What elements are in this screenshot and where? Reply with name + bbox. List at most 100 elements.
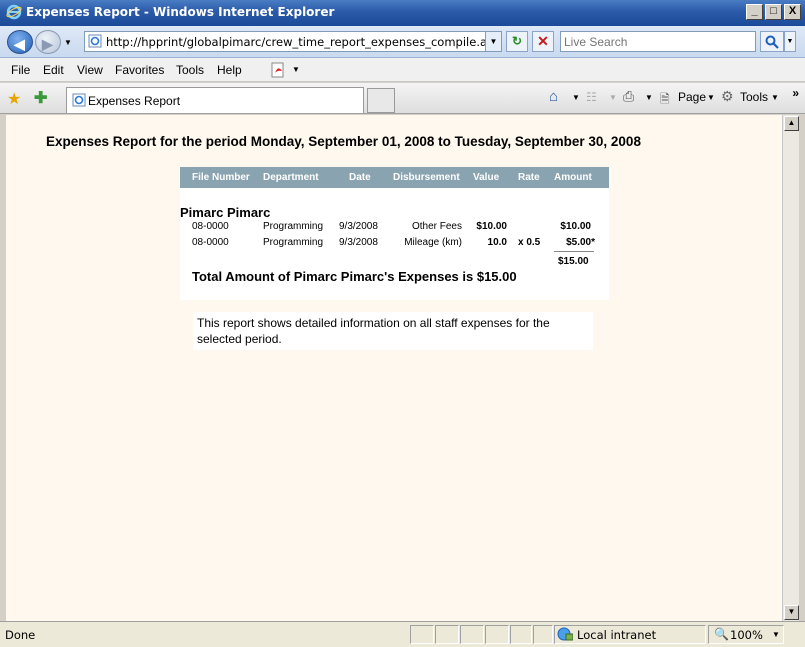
- search-input[interactable]: [561, 32, 751, 51]
- status-pane: [533, 625, 553, 644]
- print-icon[interactable]: ⎙: [623, 88, 634, 105]
- total-expenses: Total Amount of Pimarc Pimarc's Expenses…: [192, 269, 517, 284]
- column-header-file-number: File Number: [192, 172, 250, 183]
- navigation-bar: ◀ ▶ ▼ http://hpprint/globalpimarc/crew_t…: [0, 26, 805, 58]
- cell-date: 9/3/2008: [339, 237, 378, 248]
- more-commands-chevron-icon[interactable]: »: [792, 86, 799, 100]
- menu-edit[interactable]: Edit: [43, 63, 64, 77]
- page-menu-icon: 🗎: [660, 92, 670, 106]
- menu-file[interactable]: File: [11, 63, 30, 77]
- status-pane: [460, 625, 484, 644]
- cell-disbursement: Other Fees: [411, 221, 462, 232]
- cell-department: Programming: [263, 221, 324, 232]
- page-ie-icon: [88, 34, 102, 48]
- column-header-department: Department: [263, 172, 319, 183]
- stop-button[interactable]: ✕: [532, 31, 554, 52]
- page-dropdown-icon[interactable]: ▼: [707, 93, 715, 102]
- tools-menu-button[interactable]: Tools: [740, 90, 768, 104]
- cell-file-number: 08-0000: [192, 237, 229, 248]
- search-options-dropdown-icon[interactable]: ▼: [784, 31, 796, 52]
- home-icon[interactable]: ⌂: [549, 88, 558, 105]
- cell-amount: $5.00*: [566, 237, 595, 248]
- title-bar: Expenses Report - Windows Internet Explo…: [0, 0, 805, 26]
- zoom-icon: 🔍: [714, 627, 729, 641]
- print-dropdown-icon[interactable]: ▼: [645, 93, 653, 102]
- column-header-disbursement: Disbursement: [393, 172, 460, 183]
- address-url[interactable]: http://hpprint/globalpimarc/crew_time_re…: [106, 35, 500, 49]
- internet-explorer-icon: [6, 4, 22, 20]
- address-dropdown-icon[interactable]: ▼: [485, 32, 501, 51]
- cell-amount: $10.00: [560, 221, 591, 232]
- home-dropdown-icon[interactable]: ▼: [572, 93, 580, 102]
- cell-disbursement: Mileage (km): [404, 237, 462, 248]
- column-header-value: Value: [473, 172, 500, 183]
- frame-right-edge: [799, 115, 805, 621]
- zoom-dropdown-icon[interactable]: ▼: [772, 630, 780, 639]
- feeds-dropdown-icon[interactable]: ▼: [609, 93, 617, 102]
- local-intranet-icon: [557, 627, 573, 641]
- report-note-box: This report shows detailed information o…: [193, 312, 593, 350]
- back-arrow-icon: ◀: [14, 36, 25, 52]
- security-zone-text: Local intranet: [577, 628, 657, 642]
- column-header-amount: Amount: [554, 172, 592, 183]
- cell-value: $10.00: [476, 221, 507, 232]
- subtotal-amount: $15.00: [558, 256, 589, 267]
- scroll-up-button[interactable]: ▲: [784, 116, 799, 131]
- address-bar[interactable]: http://hpprint/globalpimarc/crew_time_re…: [84, 31, 502, 52]
- column-header-rate: Rate: [518, 172, 540, 183]
- maximize-button[interactable]: □: [765, 4, 782, 20]
- status-pane: [485, 625, 509, 644]
- search-button[interactable]: [760, 31, 784, 52]
- scroll-down-button[interactable]: ▼: [784, 605, 799, 620]
- report-note: This report shows detailed information o…: [197, 316, 550, 346]
- tab-expenses-report[interactable]: Expenses Report: [66, 87, 364, 113]
- forward-arrow-icon: ▶: [42, 36, 53, 52]
- status-text: Done: [5, 628, 36, 642]
- page-content: Expenses Report for the period Monday, S…: [6, 115, 782, 621]
- cell-date: 9/3/2008: [339, 221, 378, 232]
- tools-dropdown-icon[interactable]: ▼: [771, 93, 779, 102]
- cell-value: 10.0: [487, 237, 507, 248]
- report-title: Expenses Report for the period Monday, S…: [46, 134, 641, 149]
- minimize-button[interactable]: _: [746, 4, 763, 20]
- close-button[interactable]: X: [784, 4, 801, 20]
- add-favorites-icon[interactable]: ✚: [34, 88, 47, 108]
- vertical-scrollbar[interactable]: ▲ ▼: [782, 115, 799, 621]
- table-row: 08-0000 Programming 9/3/2008 Other Fees …: [180, 221, 609, 237]
- recent-pages-dropdown-icon[interactable]: ▼: [64, 38, 72, 47]
- status-pane: [410, 625, 434, 644]
- pdf-dropdown-icon[interactable]: ▼: [292, 65, 300, 74]
- menu-view[interactable]: View: [77, 63, 103, 77]
- window-title: Expenses Report - Windows Internet Explo…: [26, 5, 335, 19]
- gear-icon: ⚙: [721, 88, 734, 104]
- feeds-icon[interactable]: ☷: [586, 90, 597, 104]
- search-box[interactable]: [560, 31, 756, 52]
- table-header: File Number Department Date Disbursement…: [180, 167, 609, 188]
- table-row: 08-0000 Programming 9/3/2008 Mileage (km…: [180, 237, 609, 253]
- zoom-level[interactable]: 100%: [730, 628, 763, 642]
- menu-help[interactable]: Help: [217, 63, 242, 77]
- refresh-button[interactable]: ↻: [506, 31, 528, 52]
- column-header-date: Date: [349, 172, 371, 183]
- page-ie-icon: [72, 93, 86, 107]
- menu-tools[interactable]: Tools: [176, 63, 204, 77]
- pdf-convert-icon[interactable]: [270, 61, 288, 79]
- cell-file-number: 08-0000: [192, 221, 229, 232]
- new-tab-button[interactable]: [367, 88, 395, 113]
- employee-name: Pimarc Pimarc: [180, 205, 271, 220]
- expenses-table: File Number Department Date Disbursement…: [180, 167, 609, 300]
- cell-department: Programming: [263, 237, 324, 248]
- tab-bar: ★ ✚ Expenses Report ⌂ ▼ ☷ ▼ ⎙ ▼ 🗎 Page ▼…: [0, 83, 805, 114]
- menu-bar: File Edit View Favorites Tools Help ▼: [0, 58, 805, 82]
- favorites-star-icon[interactable]: ★: [7, 89, 21, 109]
- status-pane: [510, 625, 532, 644]
- back-button[interactable]: ◀: [7, 30, 33, 54]
- page-menu-button[interactable]: Page: [678, 90, 706, 104]
- menu-favorites[interactable]: Favorites: [115, 63, 164, 77]
- cell-rate: x 0.5: [518, 237, 541, 248]
- tab-label: Expenses Report: [88, 94, 181, 108]
- search-icon: [765, 35, 779, 49]
- status-bar: Done Local intranet 🔍 100% ▼: [0, 621, 805, 647]
- forward-button[interactable]: ▶: [35, 30, 61, 54]
- status-pane: [435, 625, 459, 644]
